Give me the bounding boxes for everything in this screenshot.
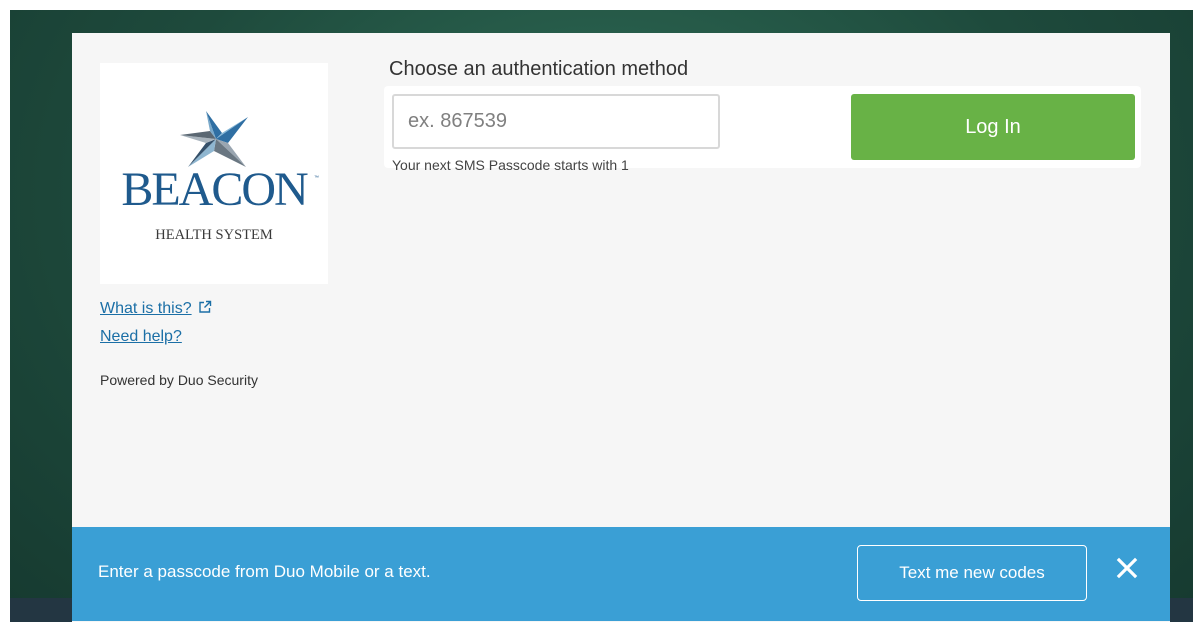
passcode-input[interactable]	[392, 94, 720, 149]
star-logo-icon	[180, 111, 248, 167]
text-me-new-codes-button[interactable]: Text me new codes	[857, 545, 1087, 601]
passcode-hint: Your next SMS Passcode starts with 1	[392, 157, 629, 173]
close-icon[interactable]	[1112, 553, 1142, 583]
need-help-link[interactable]: Need help?	[100, 328, 328, 346]
logo-subtitle: HEALTH SYSTEM	[155, 227, 273, 243]
left-panel: BEACON ™ HEALTH SYSTEM What is this? Nee…	[100, 63, 328, 388]
external-link-icon	[198, 300, 211, 313]
passcode-row: Log In Your next SMS Passcode starts wit…	[384, 86, 1141, 173]
message-footer: Enter a passcode from Duo Mobile or a te…	[72, 527, 1170, 621]
footer-message: Enter a passcode from Duo Mobile or a te…	[98, 562, 431, 581]
beacon-logo: BEACON ™ HEALTH SYSTEM	[100, 63, 328, 284]
logo-trademark: ™	[314, 175, 319, 181]
duo-prompt-frame: BEACON ™ HEALTH SYSTEM What is this? Nee…	[72, 33, 1170, 622]
what-is-this-label: What is this?	[100, 300, 192, 317]
logo-wordmark: BEACON	[121, 163, 308, 216]
log-in-button[interactable]: Log In	[851, 94, 1135, 160]
what-is-this-link[interactable]: What is this?	[100, 300, 328, 318]
auth-method-panel: Choose an authentication method Log In Y…	[384, 57, 1144, 173]
powered-by-text: Powered by Duo Security	[100, 372, 258, 388]
duo-auth-screen: BEACON ™ HEALTH SYSTEM What is this? Nee…	[0, 0, 1193, 622]
auth-method-title: Choose an authentication method	[389, 58, 689, 80]
